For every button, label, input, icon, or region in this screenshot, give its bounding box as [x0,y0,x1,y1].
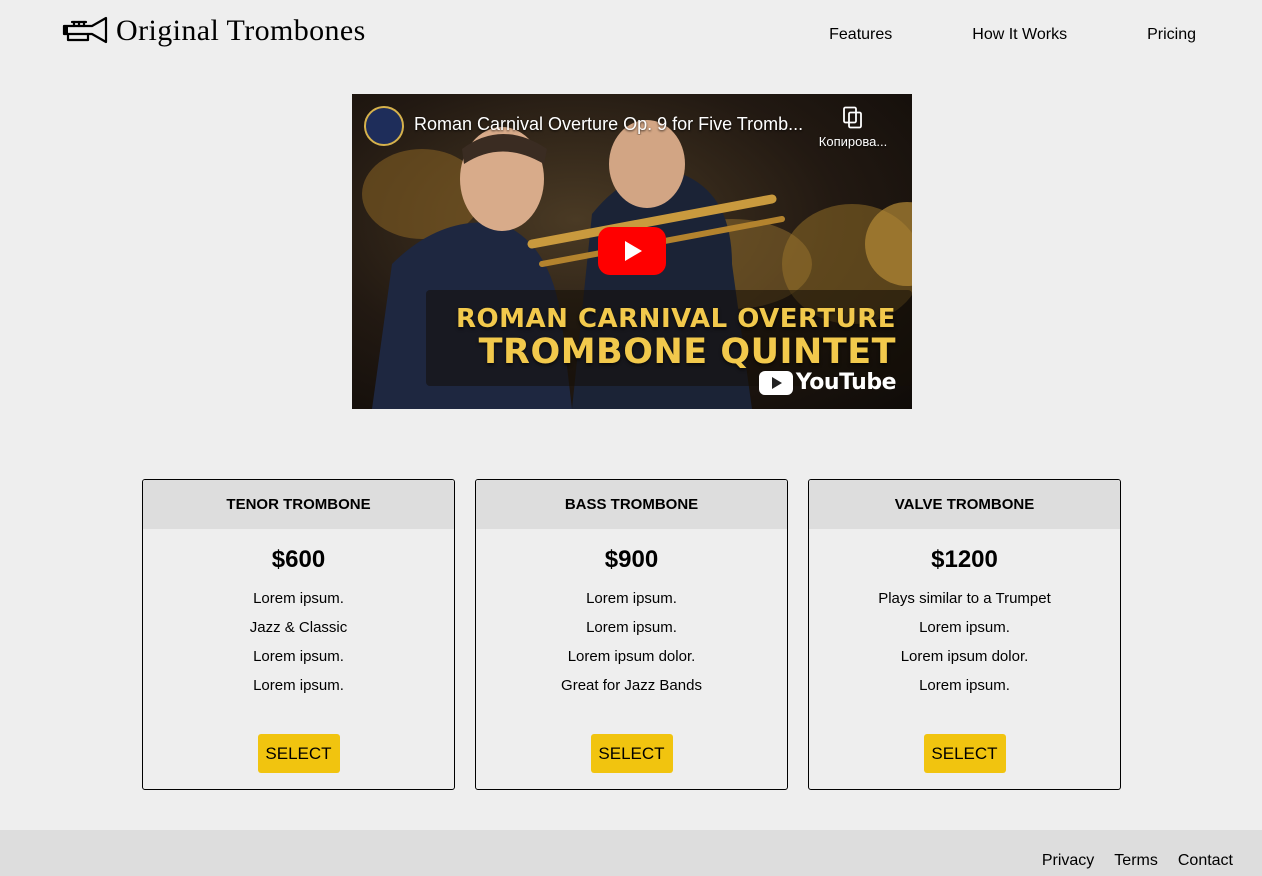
feature-item: Plays similar to a Trumpet [878,590,1051,607]
main-nav: Features How It Works Pricing [829,26,1196,44]
footer-nav: Privacy Terms Contact [1042,852,1233,870]
pricing-card-tenor: TENOR TROMBONE $600 Lorem ipsum. Jazz & … [142,479,455,790]
feature-item: Lorem ipsum. [586,619,677,636]
feature-item: Jazz & Classic [249,619,348,636]
plan-price: $900 [604,546,659,573]
brand-logo[interactable]: Original Trombones [62,14,366,48]
feature-item: Lorem ipsum. [919,619,1010,636]
copy-link-button[interactable]: Копирова... [808,106,898,149]
feature-item: Lorem ipsum dolor. [567,648,696,665]
feature-item: Great for Jazz Bands [561,677,702,694]
select-tenor-button[interactable]: SELECT [257,734,340,773]
select-bass-button[interactable]: SELECT [590,734,673,773]
channel-avatar[interactable] [364,106,404,146]
plan-price: $1200 [931,546,998,573]
feature-item: Lorem ipsum. [253,677,344,694]
footer-link-privacy[interactable]: Privacy [1042,852,1094,870]
plan-price: $600 [271,546,326,573]
video-title[interactable]: Roman Carnival Overture Op. 9 for Five T… [414,114,804,135]
feature-list: Lorem ipsum. Jazz & Classic Lorem ipsum.… [143,589,454,705]
pricing-card-valve: VALVE TROMBONE $1200 Plays similar to a … [808,479,1121,790]
nav-link-how-it-works[interactable]: How It Works [972,26,1067,44]
trumpet-icon [62,16,108,44]
pricing-card-bass: BASS TROMBONE $900 Lorem ipsum. Lorem ip… [475,479,788,790]
plan-name: VALVE TROMBONE [809,480,1120,529]
youtube-icon [758,370,793,395]
site-header: Original Trombones Features How It Works… [0,0,1262,72]
youtube-logo[interactable]: YouTube [758,370,897,395]
site-footer: Privacy Terms Contact [0,830,1262,876]
feature-item: Lorem ipsum. [253,648,344,665]
select-valve-button[interactable]: SELECT [923,734,1006,773]
feature-item: Lorem ipsum. [253,590,344,607]
nav-link-features[interactable]: Features [829,26,892,44]
play-button[interactable] [598,227,666,275]
feature-list: Plays similar to a Trumpet Lorem ipsum. … [809,589,1120,705]
pricing-cards: TENOR TROMBONE $600 Lorem ipsum. Jazz & … [142,479,1121,790]
plan-name: TENOR TROMBONE [143,480,454,529]
footer-link-terms[interactable]: Terms [1114,852,1158,870]
video-embed[interactable]: Roman Carnival Overture Op. 9 for Five T… [352,94,912,409]
feature-item: Lorem ipsum. [919,677,1010,694]
feature-item: Lorem ipsum dolor. [900,648,1029,665]
banner-title-line: ROMAN CARNIVAL OVERTURE [456,304,896,334]
feature-list: Lorem ipsum. Lorem ipsum. Lorem ipsum do… [476,589,787,705]
copy-icon [843,106,862,129]
banner-subtitle-line: TROMBONE QUINTET [478,332,896,372]
youtube-wordmark: YouTube [795,370,897,395]
brand-name: Original Trombones [116,14,366,47]
copy-link-label: Копирова... [818,134,888,149]
plan-name: BASS TROMBONE [476,480,787,529]
nav-link-pricing[interactable]: Pricing [1147,26,1196,44]
footer-link-contact[interactable]: Contact [1178,852,1233,870]
feature-item: Lorem ipsum. [586,590,677,607]
